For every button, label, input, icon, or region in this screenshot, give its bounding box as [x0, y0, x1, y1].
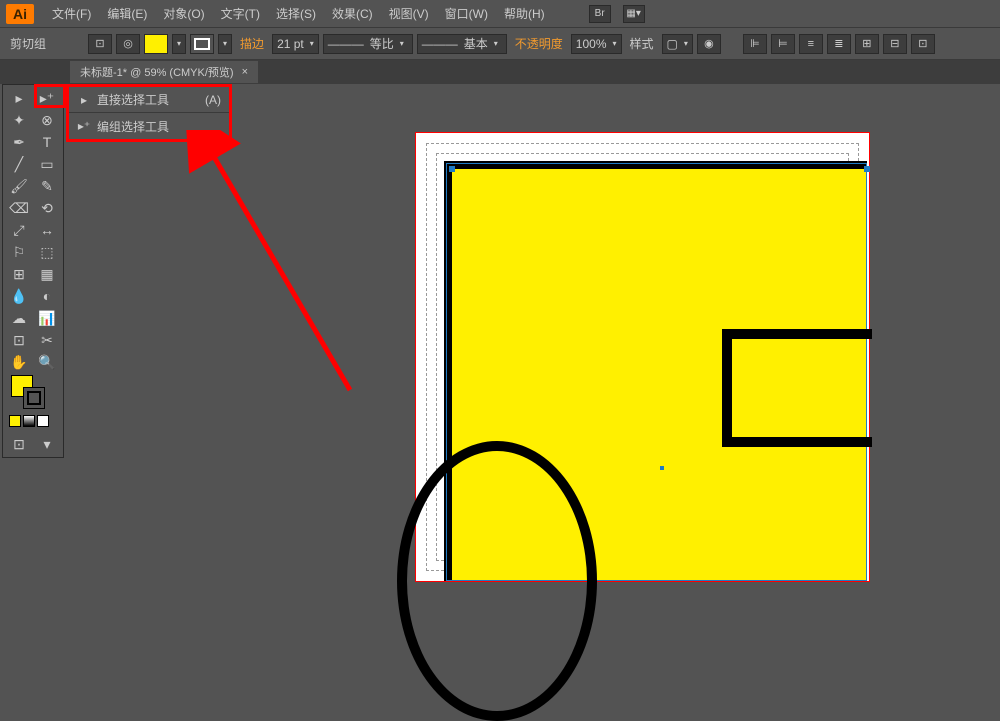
scale-tool[interactable]: ⤢: [5, 219, 33, 241]
opacity-label[interactable]: 不透明度: [515, 35, 563, 52]
stroke-weight-input[interactable]: 21 pt▾: [272, 34, 319, 54]
align-icon-3[interactable]: ≡: [799, 34, 823, 54]
toolbox: ▸ ▸⁺ ✦ ⊗ ✒ T ╱ ▭ 🖌 ✎ ⌫ ⟲ ⤢ ↔ ⚐ ⬚ ⊞ ▦ 💧 ◐…: [2, 84, 64, 458]
align-icon-4[interactable]: ≣: [827, 34, 851, 54]
eyedropper-tool[interactable]: 💧: [5, 285, 33, 307]
artboard-tool[interactable]: ⊡: [5, 329, 33, 351]
color-mode-gradient[interactable]: [23, 415, 35, 427]
symbol-tool[interactable]: ☁: [5, 307, 33, 329]
arrow-icon: ▸: [77, 93, 91, 107]
document-tab[interactable]: 未标题-1* @ 59% (CMYK/预览) ×: [70, 61, 258, 83]
style-dropdown[interactable]: ▢▾: [662, 34, 693, 54]
menu-view[interactable]: 视图(V): [381, 1, 437, 26]
selection-handle[interactable]: [864, 166, 870, 172]
pencil-tool[interactable]: ✎: [33, 175, 61, 197]
zoom-tool[interactable]: 🔍: [33, 351, 61, 373]
hand-tool[interactable]: ✋: [5, 351, 33, 373]
selection-tool[interactable]: ▸: [5, 87, 33, 109]
gradient-tool[interactable]: ▦: [33, 263, 61, 285]
align-icon-2[interactable]: ⊨: [771, 34, 795, 54]
eraser-tool[interactable]: ⌫: [5, 197, 33, 219]
flyout-label: 编组选择工具: [97, 118, 169, 135]
flyout-direct-selection[interactable]: ▸ 直接选择工具 (A): [69, 87, 229, 113]
pen-tool[interactable]: ✒: [5, 131, 33, 153]
fill-color-swatch[interactable]: [144, 34, 168, 54]
warp-tool[interactable]: ⚐: [5, 241, 33, 263]
graph-tool[interactable]: 📊: [33, 307, 61, 329]
menu-file[interactable]: 文件(F): [44, 1, 99, 26]
flyout-label: 直接选择工具: [97, 91, 169, 108]
type-tool[interactable]: T: [33, 131, 61, 153]
color-mode-color[interactable]: [9, 415, 21, 427]
slice-tool[interactable]: ✂: [33, 329, 61, 351]
stroke-label[interactable]: 描边: [240, 35, 264, 52]
color-mode-row: [5, 413, 61, 429]
selection-mode-label: 剪切组: [10, 35, 46, 52]
align-icon-1[interactable]: ⊫: [743, 34, 767, 54]
artboard[interactable]: [415, 132, 870, 582]
menu-effect[interactable]: 效果(C): [324, 1, 381, 26]
rotate-tool[interactable]: ⟲: [33, 197, 61, 219]
bridge-button[interactable]: Br: [589, 5, 611, 23]
menu-window[interactable]: 窗口(W): [437, 1, 496, 26]
menu-select[interactable]: 选择(S): [268, 1, 324, 26]
fill-stroke-indicator[interactable]: [5, 373, 61, 413]
stroke-color-swatch[interactable]: [190, 34, 214, 54]
small-rectangle-object[interactable]: [722, 329, 872, 447]
flyout-shortcut: (A): [205, 93, 221, 107]
menu-help[interactable]: 帮助(H): [496, 1, 553, 26]
yellow-rectangle-object[interactable]: [444, 161, 867, 581]
menu-type[interactable]: 文字(T): [213, 1, 268, 26]
menu-bar: Ai 文件(F) 编辑(E) 对象(O) 文字(T) 选择(S) 效果(C) 视…: [0, 0, 1000, 28]
menu-edit[interactable]: 编辑(E): [99, 1, 155, 26]
control-bar: 剪切组 ⊡ ◎ ▾ ▾ 描边 21 pt▾ ———等比▾ ———基本▾ 不透明度…: [0, 28, 1000, 60]
align-icon-6[interactable]: ⊟: [883, 34, 907, 54]
align-icon-5[interactable]: ⊞: [855, 34, 879, 54]
direct-selection-flyout: ▸ 直接选择工具 (A) ▸⁺ 编组选择工具: [66, 84, 232, 142]
arrange-button[interactable]: ▦▾: [623, 5, 645, 23]
style-label[interactable]: 样式: [630, 35, 654, 52]
stroke-dropdown[interactable]: ▾: [218, 34, 232, 54]
rectangle-tool[interactable]: ▭: [33, 153, 61, 175]
center-mark: [660, 466, 664, 470]
flyout-group-selection[interactable]: ▸⁺ 编组选择工具: [69, 113, 229, 139]
tab-close-icon[interactable]: ×: [242, 66, 248, 78]
color-mode-none[interactable]: [37, 415, 49, 427]
fill-dropdown[interactable]: ▾: [172, 34, 186, 54]
screen-mode-icon[interactable]: ⊡: [5, 433, 33, 455]
magic-wand-tool[interactable]: ✦: [5, 109, 33, 131]
lasso-tool[interactable]: ⊗: [33, 109, 61, 131]
annotation-tool-highlight: [34, 84, 66, 108]
brush-dropdown[interactable]: ———基本▾: [417, 34, 507, 54]
mesh-tool[interactable]: ⊞: [5, 263, 33, 285]
align-icon-7[interactable]: ⊡: [911, 34, 935, 54]
brush-tool[interactable]: 🖌: [5, 175, 33, 197]
menu-object[interactable]: 对象(O): [155, 1, 212, 26]
document-tab-bar: 未标题-1* @ 59% (CMYK/预览) ×: [0, 60, 1000, 84]
selection-handle[interactable]: [449, 166, 455, 172]
blend-tool[interactable]: ◐: [33, 285, 61, 307]
tab-title: 未标题-1* @ 59% (CMYK/预览): [80, 64, 234, 80]
recolor-icon[interactable]: ◉: [697, 34, 721, 54]
scale-dropdown[interactable]: ———等比▾: [323, 34, 413, 54]
canvas-area[interactable]: [70, 84, 1000, 579]
arrow-plus-icon: ▸⁺: [77, 119, 91, 133]
edit-content-icon[interactable]: ◎: [116, 34, 140, 54]
edit-clip-icon[interactable]: ⊡: [88, 34, 112, 54]
screen-mode-dropdown[interactable]: ▾: [33, 433, 61, 455]
opacity-input[interactable]: 100%▾: [571, 34, 622, 54]
width-tool[interactable]: ↔: [33, 219, 61, 241]
stroke-indicator[interactable]: [23, 387, 45, 409]
circle-object[interactable]: [397, 441, 597, 721]
app-logo: Ai: [6, 4, 34, 24]
line-tool[interactable]: ╱: [5, 153, 33, 175]
shape-builder-tool[interactable]: ⬚: [33, 241, 61, 263]
